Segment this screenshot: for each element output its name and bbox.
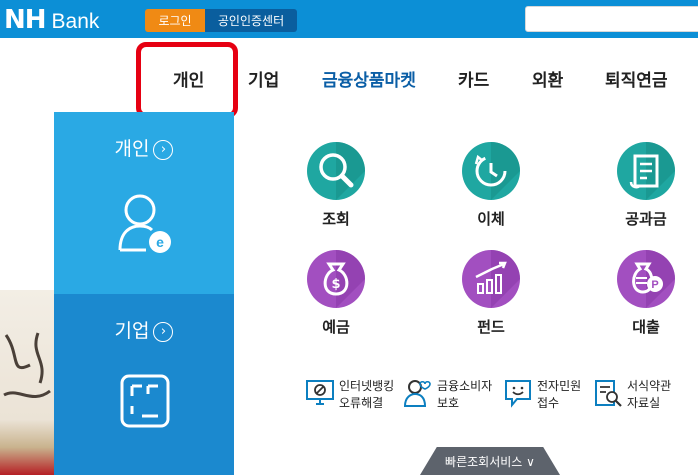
nav-item-corporate[interactable]: 기업 [248,66,279,91]
logo-nh-text: NH [4,5,47,35]
personal-panel-title[interactable]: 개인 › [54,134,234,161]
link-banking-error-line1: 인터넷뱅킹 [339,379,395,393]
svg-text:P: P [651,279,658,291]
receipt-icon [617,142,675,200]
link-consumer-protection-line1: 금융소비자 [437,379,493,393]
clock-transfer-icon [462,142,520,200]
monitor-block-icon [306,380,334,405]
quick-inquiry-service-tab[interactable]: 빠른조회서비스 ∨ [420,447,560,475]
corporate-panel-title[interactable]: 기업 › [54,316,234,343]
link-e-complaint-line1: 전자민원 [537,379,582,393]
service-transfer-label: 이체 [477,210,505,228]
service-utility-label: 공과금 [625,210,667,228]
link-consumer-protection-line2: 보호 [437,396,460,410]
service-deposit[interactable]: $ 예금 [286,250,386,337]
money-bag-icon: $ [307,250,365,308]
nav-highlight-box [136,42,238,118]
service-inquiry-label: 조회 [322,210,350,228]
person-e-icon: e [116,190,174,260]
link-e-complaint[interactable]: 전자민원접수 [503,378,581,412]
link-forms-library-line1: 서식약관 [627,379,672,393]
link-banking-error[interactable]: 인터넷뱅킹오류해결 [305,378,394,412]
document-search-icon [595,380,622,407]
service-transfer[interactable]: 이체 [441,142,541,229]
svg-text:$: $ [331,277,340,292]
coin-bag-icon: P [617,250,675,308]
svg-text:e: e [156,234,164,250]
top-bar: NH Bank 로그인 공인인증센터 [0,0,698,38]
link-e-complaint-line2: 접수 [537,396,560,410]
service-loan[interactable]: P 대출 [596,250,696,337]
personal-panel[interactable]: 개인 › e [54,112,234,294]
service-utility[interactable]: 공과금 [596,142,696,229]
nav-item-pension[interactable]: 퇴직연금 [605,66,668,91]
chevron-right-icon: › [153,139,174,160]
growth-chart-icon [462,250,520,308]
promo-image [0,290,54,475]
login-button[interactable]: 로그인 [145,9,205,32]
service-loan-label: 대출 [632,318,660,336]
magnifier-icon [307,142,365,200]
nav-item-forex[interactable]: 외환 [532,66,563,91]
cert-center-button[interactable]: 공인인증센터 [205,9,297,32]
nav-item-product-market[interactable]: 금융상품마켓 [322,66,416,91]
building-frame-icon [120,374,170,432]
logo-bank-text: Bank [51,10,100,33]
person-heart-icon [403,380,431,407]
service-fund[interactable]: 펀드 [441,250,541,337]
corporate-panel-label: 기업 [114,320,150,342]
chat-smile-icon [505,380,531,408]
link-consumer-protection[interactable]: 금융소비자보호 [403,378,492,412]
service-fund-label: 펀드 [477,318,505,336]
link-forms-library-line2: 자료실 [627,396,661,410]
service-inquiry[interactable]: 조회 [286,142,386,229]
main-nav: 개인 기업 금융상품마켓 카드 외환 퇴직연금 [0,66,698,96]
personal-panel-label: 개인 [114,138,150,160]
nh-bank-logo[interactable]: NH Bank [4,5,100,35]
corporate-panel[interactable]: 기업 › [54,294,234,475]
calligraphy-decoration [0,325,54,432]
link-banking-error-line2: 오류해결 [339,396,384,410]
service-deposit-label: 예금 [322,318,350,336]
search-input[interactable] [525,6,698,32]
nav-item-card[interactable]: 카드 [458,66,489,91]
link-forms-library[interactable]: 서식약관자료실 [593,378,671,412]
chevron-right-icon: › [153,321,174,342]
